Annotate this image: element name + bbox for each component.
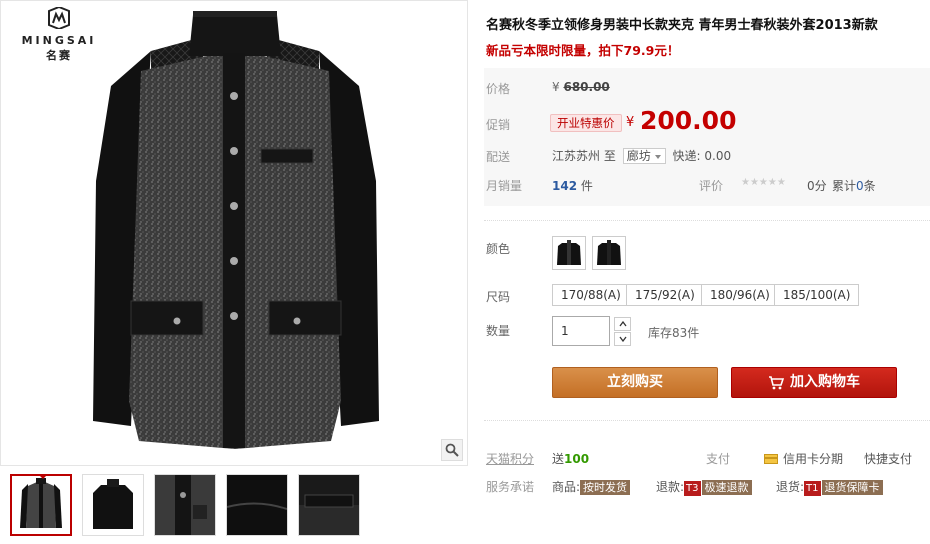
price-box: 价格 ¥ 680.00 促销 开业特惠价 ¥ 200.00 配送 江苏苏州 至 … — [484, 68, 930, 206]
service-goods: 商品: 按时发货 — [552, 478, 631, 495]
main-product-image[interactable]: MINGSAI 名赛 — [0, 0, 468, 466]
quantity-label: 数量 — [486, 324, 511, 338]
shipping-fee: 快递: 0.00 — [672, 149, 732, 163]
rating-stars-icon: ★★★★★ — [741, 177, 786, 188]
points-reward: 送100 — [552, 450, 589, 467]
swatch-jacket-icon — [597, 240, 621, 265]
size-label: 尺码 — [486, 290, 511, 304]
magnifier-icon — [445, 443, 459, 457]
chevron-down-icon — [618, 336, 627, 342]
stock-count: 库存83件 — [648, 326, 700, 340]
review-count-link[interactable]: 累计0条 — [832, 177, 876, 194]
reviews-unit: 条 — [863, 179, 876, 193]
reviews-count: 0 — [856, 179, 864, 193]
size-option[interactable]: 185/100(A) — [774, 284, 860, 306]
buy-now-button[interactable]: 立刻购买 — [552, 367, 718, 398]
add-to-cart-label: 加入购物车 — [790, 374, 860, 390]
rating-score: 0分 — [807, 179, 827, 193]
refund-label: 退款: — [656, 480, 685, 494]
currency-symbol: ¥ — [552, 80, 560, 94]
thumbnail-detail-pocket — [299, 475, 359, 535]
thumbnail-jacket-back — [93, 479, 133, 529]
product-title: 名赛秋冬季立领修身男装中长款夹克 青年男士春秋装外套2013新款 — [486, 18, 878, 33]
jacket-image — [93, 11, 379, 449]
color-swatch-1[interactable] — [552, 236, 586, 270]
size-option[interactable]: 170/88(A) — [552, 284, 630, 306]
credit-card-icon — [764, 453, 778, 464]
thumbnail-3[interactable] — [154, 474, 216, 536]
section-divider — [484, 420, 930, 421]
quantity-input[interactable]: 1 — [552, 316, 610, 346]
chevron-up-icon — [618, 321, 627, 327]
color-swatch-2[interactable] — [592, 236, 626, 270]
quantity-decrease-button[interactable] — [614, 332, 631, 346]
rating-label: 评价 — [699, 179, 724, 193]
sales-count: 142 — [552, 179, 578, 193]
promo-currency: ¥ — [626, 115, 635, 130]
cart-icon — [769, 375, 784, 389]
thumbnail-4[interactable] — [226, 474, 288, 536]
section-divider — [484, 220, 930, 221]
thumbnail-1[interactable] — [10, 474, 72, 536]
service-refund: 退款: T3 极速退款 — [656, 478, 752, 496]
credit-card-label: 信用卡分期 — [783, 452, 844, 466]
original-price: ¥ 680.00 — [552, 80, 610, 94]
credit-card-installment[interactable]: 信用卡分期 — [764, 450, 843, 467]
destination-select[interactable]: 廊坊 — [622, 148, 666, 164]
return-label: 退货: — [776, 480, 805, 494]
t1-badge: T1 — [804, 481, 821, 496]
add-to-cart-button[interactable]: 加入购物车 — [731, 367, 897, 398]
shipping-label: 配送 — [486, 150, 511, 164]
tmall-points-link[interactable]: 天猫积分 — [486, 450, 534, 467]
ontime-delivery-badge[interactable]: 按时发货 — [580, 480, 631, 495]
payment-label: 支付 — [706, 452, 731, 466]
monthly-sales: 142 件 — [552, 177, 593, 194]
promo-label: 促销 — [486, 118, 511, 132]
product-subtitle: 新品亏本限时限量，拍下79.9元！ — [486, 43, 680, 58]
zoom-button[interactable] — [441, 439, 463, 461]
points-value: 100 — [564, 452, 590, 466]
service-return: 退货: T1 退货保障卡 — [776, 478, 883, 496]
return-guarantee-badge[interactable]: 退货保障卡 — [821, 480, 883, 495]
thumbnail-strip — [10, 474, 360, 536]
promo-badge: 开业特惠价 — [550, 114, 622, 132]
price-label: 价格 — [486, 82, 511, 96]
thumbnail-detail-fabric — [227, 475, 287, 535]
product-info-panel: 名赛秋冬季立领修身男装中长款夹克 青年男士春秋装外套2013新款 新品亏本限时限… — [484, 0, 930, 544]
reviews-prefix: 累计 — [832, 179, 857, 193]
ship-from: 江苏苏州 — [552, 149, 601, 163]
thumbnail-5[interactable] — [298, 474, 360, 536]
ship-to-word: 至 — [603, 149, 616, 163]
size-option[interactable]: 180/96(A) — [701, 284, 779, 306]
promo-price: 200.00 — [640, 106, 737, 135]
thumbnail-detail-collar — [155, 475, 215, 535]
size-option[interactable]: 175/92(A) — [626, 284, 704, 306]
quantity-increase-button[interactable] — [614, 317, 631, 331]
original-price-value: 680.00 — [563, 80, 610, 94]
sales-unit: 件 — [580, 179, 593, 193]
service-label: 服务承诺 — [486, 480, 535, 494]
thumbnail-jacket-front — [20, 478, 62, 528]
points-prefix: 送 — [552, 452, 565, 466]
extras-box: 天猫积分 送100 支付 信用卡分期 快捷支付 服务承诺 商品: 按时发货 退款:… — [484, 440, 930, 500]
fast-pay[interactable]: 快捷支付 — [864, 450, 912, 467]
color-label: 颜色 — [486, 242, 511, 256]
product-gallery: MINGSAI 名赛 — [0, 0, 470, 544]
thumbnail-2[interactable] — [82, 474, 144, 536]
shipping-info: 江苏苏州 至 廊坊 快递: 0.00 — [552, 147, 731, 164]
swatch-jacket-icon — [557, 240, 581, 265]
fast-refund-badge[interactable]: 极速退款 — [701, 480, 752, 495]
goods-label: 商品: — [552, 480, 581, 494]
t3-badge: T3 — [684, 481, 701, 496]
sales-label: 月销量 — [486, 179, 523, 193]
